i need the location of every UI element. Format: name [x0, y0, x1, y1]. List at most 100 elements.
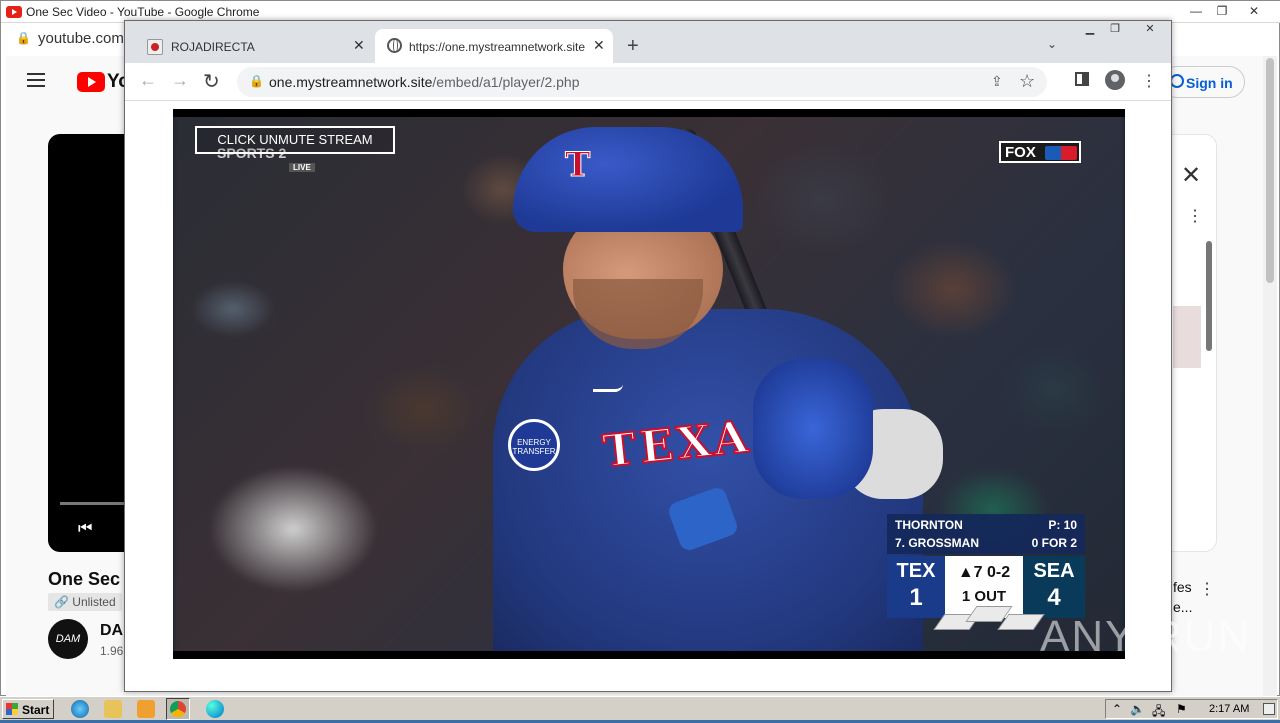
panel-thumbnail[interactable] [1173, 306, 1201, 368]
youtube-player[interactable]: ⏮ [48, 134, 130, 552]
restore-button[interactable]: ❐ [1209, 2, 1235, 20]
lock-icon: 🔒 [249, 74, 264, 88]
new-tab-icon[interactable]: + [627, 35, 639, 58]
url-path: /embed/a1/player/2.php [432, 74, 580, 90]
home-score: 4 [1047, 584, 1061, 611]
helmet-logo: T [564, 145, 591, 186]
tab-label: https://one.mystreamnetwork.site/e [409, 40, 585, 54]
suggestion-line-1: fes [1173, 579, 1192, 595]
account-icon [1170, 74, 1184, 88]
edge-icon[interactable] [206, 700, 224, 718]
video-player[interactable]: T ENERGY TRANSFER TEXA SPORTS 2 LIVE CLI… [173, 109, 1125, 659]
inning-count: ▲7 0-2 [957, 564, 1011, 581]
show-desktop-button[interactable] [1263, 703, 1275, 715]
previous-icon[interactable]: ⏮ [78, 520, 92, 538]
sign-in-button[interactable]: Sign in [1161, 66, 1245, 98]
clock[interactable]: 2:17 AM [1209, 703, 1249, 715]
internet-explorer-icon[interactable] [71, 700, 89, 718]
suggestion-more-icon[interactable]: ⋮ [1199, 579, 1215, 599]
omnibox[interactable]: 🔒 one.mystreamnetwork.site/embed/a1/play… [237, 67, 1047, 97]
unlisted-badge: 🔗 Unlisted [48, 593, 122, 611]
batting-helmet [513, 127, 743, 232]
letterbox-bottom [173, 651, 1125, 659]
media-player-icon[interactable] [137, 700, 155, 718]
background-address-bar[interactable]: 🔒 youtube.com/ [6, 24, 128, 54]
windows-logo-icon [6, 703, 18, 715]
scoreboard-matchup: THORNTON P: 10 7. GROSSMAN 0 FOR 2 [887, 514, 1085, 554]
swoosh-logo-icon [593, 384, 623, 392]
away-score: 1 [909, 584, 923, 611]
batter-stats: 0 FOR 2 [1031, 536, 1077, 550]
share-icon[interactable]: ⇪ [991, 73, 1003, 90]
tab-search-chevron-icon[interactable]: ⌄ [1047, 37, 1057, 51]
reload-icon[interactable]: ↻ [203, 69, 220, 94]
close-button[interactable]: ✕ [1241, 2, 1267, 20]
more-options-icon[interactable]: ⋮ [1187, 206, 1203, 226]
pitcher-name: THORNTON [895, 518, 963, 532]
browser-toolbar: ← → ↻ 🔒 one.mystreamnetwork.site/embed/a… [125, 63, 1171, 101]
start-button[interactable]: Start [2, 699, 54, 719]
youtube-favicon-icon [6, 6, 22, 18]
anyrun-watermark: ANY RUN [1040, 612, 1251, 662]
video-title: One Sec [48, 569, 121, 589]
letterbox-top [173, 109, 1125, 117]
outs: 1 OUT [961, 588, 1007, 605]
base-diamond [933, 606, 1045, 630]
away-team: TEX [896, 560, 936, 582]
tab-mystreamnetwork[interactable]: https://one.mystreamnetwork.site/e ✕ [375, 29, 613, 63]
back-arrow-icon[interactable]: ← [139, 70, 157, 91]
taskbar: Start ⌃ 🔈 🖧 ⚑ 2:17 AM [0, 696, 1280, 720]
folder-icon[interactable] [104, 700, 122, 718]
background-window-title: One Sec Video - YouTube - Google Chrome [26, 5, 260, 19]
channel-name[interactable]: DA [100, 622, 123, 640]
subscriber-count: 1.96 [100, 644, 124, 658]
tab-close-icon[interactable]: ✕ [593, 37, 605, 54]
tab-close-icon[interactable]: ✕ [353, 37, 365, 54]
forward-arrow-icon[interactable]: → [171, 70, 189, 91]
unmute-stream-button[interactable]: CLICK UNMUTE STREAM [195, 126, 395, 154]
broadcaster-name: FOX [1005, 144, 1036, 161]
tray-expand-icon[interactable]: ⌃ [1112, 702, 1122, 716]
minimize-button[interactable]: — [1183, 2, 1209, 20]
away-team-box: TEX 1 [887, 556, 945, 618]
url-host: one.mystreamnetwork.site [269, 74, 433, 90]
batter-name: 7. GROSSMAN [895, 536, 980, 550]
tab-rojadirecta[interactable]: ROJADIRECTA ✕ [139, 29, 371, 63]
flag-icon[interactable]: ⚑ [1176, 702, 1187, 716]
page-scrollbar[interactable] [1263, 56, 1277, 696]
pitch-count: P: 10 [1048, 518, 1077, 532]
sign-in-label: Sign in [1186, 75, 1233, 91]
channel-avatar[interactable]: DAM [48, 619, 88, 659]
globe-icon [387, 38, 402, 53]
omnibox-url: one.mystreamnetwork.site/embed/a1/player… [269, 74, 580, 90]
tab-label: ROJADIRECTA [171, 40, 255, 54]
chrome-icon[interactable] [166, 698, 190, 720]
start-label: Start [22, 703, 50, 717]
batting-gloves [753, 359, 873, 499]
tab-strip: ROJADIRECTA ✕ https://one.mystreamnetwor… [125, 21, 1171, 63]
progress-bar[interactable] [60, 502, 130, 505]
watermark-text: ANY RUN [1040, 612, 1252, 661]
side-panel-icon[interactable] [1075, 72, 1089, 86]
jersey-patch: ENERGY TRANSFER [508, 419, 560, 471]
hamburger-menu-icon[interactable] [27, 73, 45, 87]
popup-close-button[interactable]: ✕ [1135, 21, 1165, 39]
bookmark-star-icon[interactable]: ☆ [1019, 71, 1035, 92]
home-team-box: SEA 4 [1023, 556, 1085, 618]
mlb-logo-icon [1045, 146, 1077, 160]
close-icon[interactable]: ✕ [1181, 161, 1201, 190]
live-badge: LIVE [289, 163, 315, 172]
fox-mlb-logo: FOX [999, 141, 1081, 163]
unlisted-label: Unlisted [72, 595, 116, 609]
system-tray: ⌃ 🔈 🖧 ⚑ 2:17 AM [1105, 699, 1278, 719]
youtube-logo-icon[interactable] [77, 72, 105, 92]
lock-icon: 🔒 [16, 31, 31, 45]
rojadirecta-favicon-icon [147, 39, 163, 55]
suggestion-text[interactable]: fes e... [1173, 577, 1192, 617]
background-url: youtube.com/ [38, 30, 129, 47]
profile-avatar-icon[interactable] [1105, 70, 1125, 90]
panel-scrollbar[interactable] [1206, 241, 1212, 351]
popup-restore-button[interactable]: ❐ [1100, 21, 1130, 39]
volume-icon[interactable]: 🔈 [1130, 702, 1145, 716]
chrome-menu-icon[interactable]: ⋮ [1141, 71, 1157, 91]
